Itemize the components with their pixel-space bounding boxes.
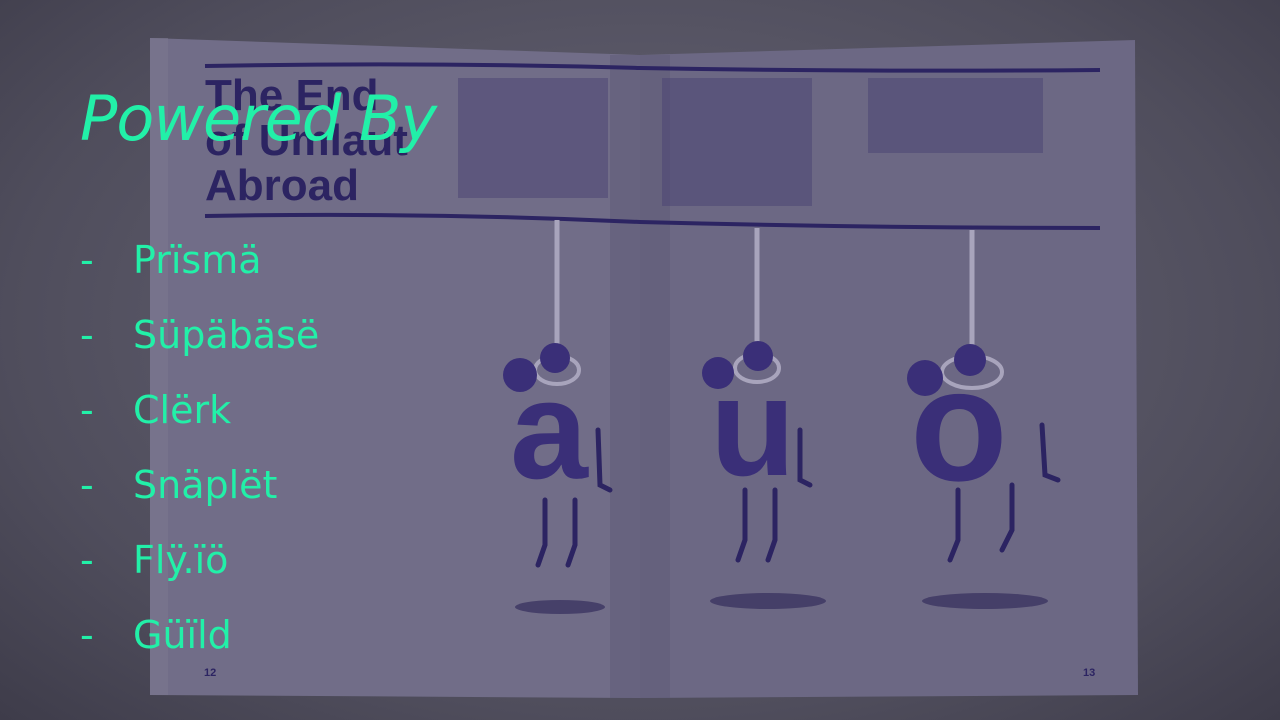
list-item: - Süpäbäsë [80,297,319,372]
magazine-letter-o: o [910,335,1008,514]
bullet-dash: - [80,387,94,432]
list-item-label: Prïsmä [133,237,262,282]
list-item: - Snäplët [80,447,319,522]
magazine-headline-line3: Abroad [205,161,359,210]
list-item-label: Flÿ.ïö [133,537,229,582]
list-item-label: Güïld [133,612,232,657]
list-item: - Clërk [80,372,319,447]
slide-title: Powered By [80,82,437,155]
list-item-label: Snäplët [133,462,278,507]
list-item: - Güïld [80,597,319,672]
powered-by-list: - Prïsmä - Süpäbäsë - Clërk - Snäplët - Flÿ.ï… [80,222,319,672]
list-item: - Flÿ.ïö [80,522,319,597]
magazine-page-number-right: 13 [1083,667,1095,679]
bullet-dash: - [80,312,94,357]
bullet-dash: - [80,237,94,282]
list-item-label: Clërk [133,387,232,432]
magazine-letter-a: a [510,351,589,508]
list-item: - Prïsmä [80,222,319,297]
bullet-dash: - [80,612,94,657]
bullet-dash: - [80,462,94,507]
magazine-letter-u: u [710,348,796,505]
bullet-dash: - [80,537,94,582]
list-item-label: Süpäbäsë [133,312,320,357]
